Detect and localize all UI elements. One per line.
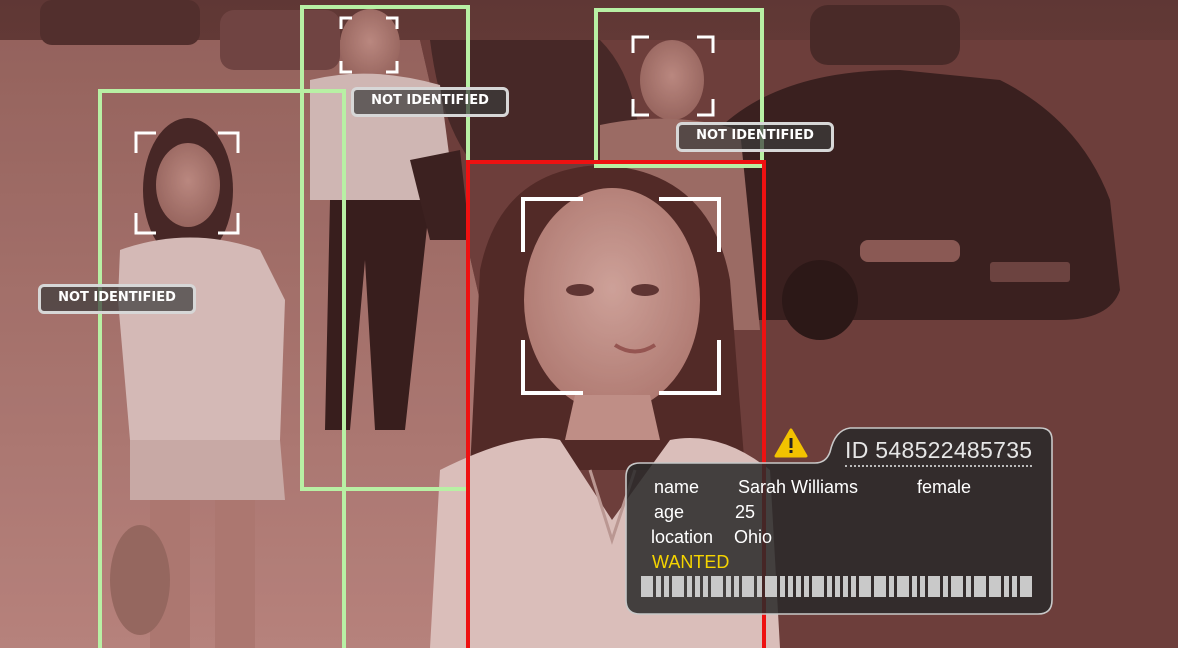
barcode-bar	[711, 576, 723, 597]
age-label: age	[654, 502, 685, 522]
barcode-bar	[656, 576, 661, 597]
barcode-bar	[780, 576, 785, 597]
barcode-bar	[928, 576, 940, 597]
barcode-bar	[920, 576, 925, 597]
barcode-bar	[827, 576, 832, 597]
barcode-bar	[874, 576, 886, 597]
barcode-bar	[695, 576, 700, 597]
barcode-bar	[912, 576, 917, 597]
barcode-bar	[742, 576, 754, 597]
barcode-bar	[1012, 576, 1017, 597]
barcode-bar	[851, 576, 856, 597]
name-value: Sarah Williams	[738, 477, 859, 497]
barcode-bar	[835, 576, 840, 597]
alert-card	[625, 427, 1053, 615]
barcode-bar	[672, 576, 684, 597]
barcode-bar	[804, 576, 809, 597]
barcode-bar	[664, 576, 669, 597]
barcode-bar	[757, 576, 762, 597]
location-value: Ohio	[734, 527, 773, 547]
barcode-bar	[889, 576, 894, 597]
location-label: location	[651, 527, 714, 547]
barcode-bar	[951, 576, 963, 597]
barcode-bar	[1020, 576, 1032, 597]
barcode-bar	[989, 576, 1001, 597]
status-wanted: WANTED	[652, 552, 730, 572]
barcode-bar	[703, 576, 708, 597]
barcode-bar	[812, 576, 824, 597]
barcode-bar	[859, 576, 871, 597]
barcode-bar	[641, 576, 653, 597]
barcode-bar	[943, 576, 948, 597]
barcode-bar	[843, 576, 848, 597]
barcode-bar	[788, 576, 793, 597]
barcode-bar	[726, 576, 731, 597]
barcode-bar	[796, 576, 801, 597]
barcode-bar	[734, 576, 739, 597]
name-label: name	[654, 477, 700, 497]
barcode-bar	[687, 576, 692, 597]
barcode-bar	[966, 576, 971, 597]
age-value: 25	[735, 502, 756, 522]
barcode-strip	[641, 576, 1032, 597]
barcode-bar	[765, 576, 777, 597]
warning-triangle-icon	[774, 428, 808, 458]
barcode-bar	[897, 576, 909, 597]
id-number: ID 548522485735	[845, 437, 1033, 467]
barcode-bar	[1004, 576, 1009, 597]
surveillance-scene: NOT IDENTIFIED NOT IDENTIFIED NOT IDENTI…	[0, 0, 1178, 648]
gender-value: female	[917, 477, 972, 497]
barcode-bar	[974, 576, 986, 597]
